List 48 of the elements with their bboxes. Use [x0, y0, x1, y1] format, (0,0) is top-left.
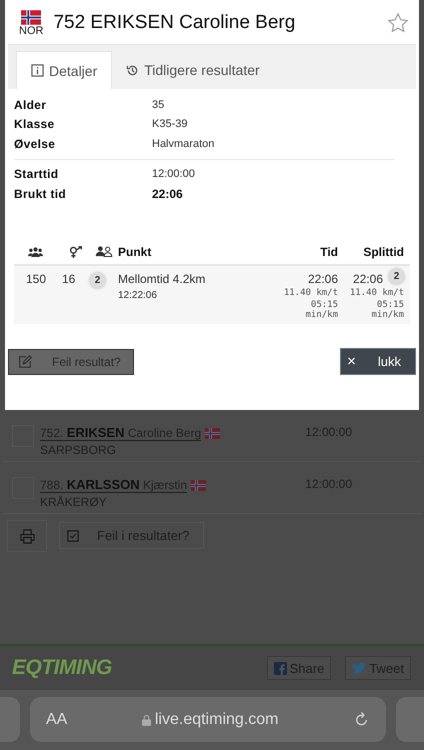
lock-icon — [142, 714, 151, 726]
column-header: Splittid — [362, 244, 405, 258]
detail-value: 12:00:00 — [152, 168, 195, 180]
url-text: live.eqtiming.com — [154, 710, 278, 728]
checkpoint-name: Mellomtid 4.2km — [118, 272, 206, 286]
tab[interactable]: Detaljer — [16, 51, 112, 89]
speed-value: 11.40 km/t — [348, 288, 404, 298]
detail-label: Brukt tid — [14, 186, 68, 201]
country-code: NOR — [19, 24, 44, 36]
time-value: 22:06 — [306, 272, 338, 286]
flag-icon — [205, 428, 220, 438]
column-header: Tid — [319, 244, 338, 258]
tab[interactable]: Tidligere resultater — [112, 51, 274, 89]
print-button[interactable] — [7, 520, 47, 552]
facebook-icon — [274, 662, 287, 674]
rank-badge: 2 — [389, 268, 404, 284]
pace-value: 05:15 min/km — [370, 300, 404, 320]
detail-label: Starttid — [14, 167, 60, 182]
detail-value: Halvmaraton — [152, 138, 214, 150]
detail-value: 22:06 — [152, 186, 183, 201]
column-header: Punkt — [118, 244, 152, 258]
bird-icon — [352, 662, 366, 674]
table-cell-text: 16 — [62, 272, 76, 286]
checkbox-icon — [67, 530, 79, 542]
dialog-title: 752 ERIKSEN Caroline Berg — [53, 12, 296, 34]
flag-icon — [21, 10, 42, 24]
detail-label: Øvelse — [14, 136, 56, 151]
printer-icon — [20, 528, 34, 544]
split-value: 22:06 — [352, 272, 383, 286]
address-bar[interactable]: AA live.eqtiming.com — [30, 697, 386, 742]
table-cell-text: 150 — [25, 272, 48, 286]
edit-icon — [18, 354, 32, 368]
site-logo[interactable]: EQTIMING — [12, 656, 112, 680]
detail-label: Alder — [14, 98, 48, 112]
detail-value: 35 — [152, 98, 164, 111]
pace-value: 05:15 min/km — [304, 300, 338, 320]
close-button[interactable]: × lukk — [340, 348, 416, 375]
history-icon — [126, 64, 140, 76]
rank-badge: 2 — [90, 272, 105, 288]
flag-icon — [191, 480, 206, 490]
group-icon — [28, 246, 43, 256]
speed-value: 11.40 km/t — [282, 288, 338, 298]
text-size-button[interactable]: AA — [46, 710, 68, 728]
clock-time: 12:22:06 — [118, 290, 158, 300]
info-icon — [31, 64, 44, 77]
detail-value: K35-39 — [152, 118, 188, 130]
star-icon[interactable] — [387, 12, 409, 34]
detail-label: Klasse — [14, 117, 56, 132]
